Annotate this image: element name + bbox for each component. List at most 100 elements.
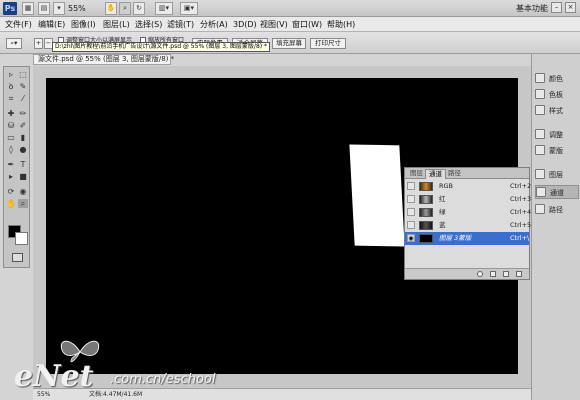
dock-adjustments[interactable]: 调整	[535, 128, 579, 142]
lasso-tool-icon[interactable]: ꝺ	[6, 82, 16, 91]
arrange-documents-icon[interactable]: ▥▾	[155, 2, 173, 15]
visibility-toggle[interactable]	[407, 221, 415, 229]
screen-mode-icon[interactable]: ▣▾	[180, 2, 198, 15]
dock-layers[interactable]: 图层	[535, 168, 579, 182]
channel-thumbnail	[419, 234, 433, 243]
zoom-preset-icon[interactable]: ⌕▾	[6, 38, 22, 49]
eraser-tool-icon[interactable]: ▭	[6, 133, 16, 142]
load-selection-icon[interactable]	[477, 271, 483, 277]
brush-tool-icon[interactable]: ✏	[18, 109, 28, 118]
dock-styles-label: 样式	[549, 107, 563, 115]
channel-row-blue[interactable]: 蓝 Ctrl+5	[405, 219, 532, 232]
channels-panel: 图层 通道 路径 RGB Ctrl+2 红 Ctrl+3 绿 Ctrl+4 蓝 …	[404, 167, 532, 280]
clone-stamp-icon[interactable]: ⛁	[6, 121, 16, 130]
zoom-tool-icon[interactable]: ⌕	[119, 2, 131, 15]
menu-window[interactable]: 窗口(W)	[292, 19, 322, 30]
3d-rotate-icon[interactable]: ⟳	[6, 187, 16, 196]
marquee-tool-icon[interactable]: ⬚	[18, 70, 28, 79]
channel-thumbnail	[419, 195, 433, 204]
history-brush-icon[interactable]: ✐	[18, 121, 28, 130]
eyedropper-tool-icon[interactable]: ⁄	[18, 94, 28, 103]
type-tool-icon[interactable]: T	[18, 160, 28, 169]
channel-shortcut: Ctrl+3	[510, 195, 532, 203]
gradient-tool-icon[interactable]: ▮	[18, 133, 28, 142]
channel-name: 图层 3蒙版	[439, 234, 472, 242]
menu-3d[interactable]: 3D(D)	[233, 19, 257, 30]
quick-mask-icon[interactable]	[12, 253, 23, 262]
visibility-toggle[interactable]	[407, 208, 415, 216]
channel-row-layer-mask[interactable]: ◉ 图层 3蒙版 Ctrl+\	[405, 232, 529, 245]
menu-bar: 文件(F) 编辑(E) 图像(I) 图层(L) 选择(S) 滤镜(T) 分析(A…	[0, 17, 580, 32]
channel-row-rgb[interactable]: RGB Ctrl+2	[405, 180, 531, 193]
channel-row-red[interactable]: 红 Ctrl+3	[405, 193, 532, 206]
quick-select-tool-icon[interactable]: ✎	[18, 82, 28, 91]
channel-name: 红	[439, 195, 446, 203]
adjustments-icon	[535, 129, 545, 139]
status-doc-size: 文档:4.47M/41.6M	[89, 391, 143, 398]
document-tab[interactable]: 源文件.psd @ 55% (图层 3, 图层蒙版/8) *	[33, 54, 174, 65]
status-bar: 55% 文档:4.47M/41.6M	[33, 388, 531, 400]
channel-thumbnail	[419, 182, 433, 191]
shape-tool-icon[interactable]: ■	[18, 172, 28, 181]
channel-shortcut: Ctrl+5	[510, 221, 532, 229]
dock-color[interactable]: 颜色	[535, 72, 579, 86]
move-tool-icon[interactable]: ▹	[6, 70, 16, 79]
menu-analysis[interactable]: 分析(A)	[200, 19, 228, 30]
fill-screen-button[interactable]: 填充屏幕	[272, 38, 306, 49]
tab-layers[interactable]: 图层	[407, 169, 426, 179]
channel-row-green[interactable]: 绿 Ctrl+4	[405, 206, 531, 219]
print-size-button[interactable]: 打印尺寸	[310, 38, 346, 49]
menu-edit[interactable]: 编辑(E)	[38, 19, 65, 30]
channel-name: 蓝	[439, 221, 446, 229]
view-extras-icon[interactable]: ▾	[53, 2, 65, 15]
save-selection-icon[interactable]	[490, 271, 496, 277]
tab-channels[interactable]: 通道	[425, 169, 446, 179]
menu-select[interactable]: 选择(S)	[135, 19, 162, 30]
dodge-tool-icon[interactable]: ●	[18, 145, 28, 154]
new-channel-icon[interactable]	[503, 271, 509, 277]
pen-tool-icon[interactable]: ✒	[6, 160, 16, 169]
delete-channel-icon[interactable]	[516, 271, 522, 277]
dock-paths[interactable]: 路径	[535, 203, 579, 217]
visibility-toggle[interactable]	[407, 182, 415, 190]
mini-bridge-icon[interactable]: ▤	[38, 2, 50, 15]
workspace-switcher[interactable]: 基本功能	[516, 2, 548, 15]
menu-file[interactable]: 文件(F)	[5, 19, 32, 30]
dock-swatches[interactable]: 色板	[535, 88, 579, 102]
channels-panel-tabs: 图层 通道 路径	[405, 168, 529, 179]
channel-name: RGB	[439, 182, 454, 190]
hand-tool-icon[interactable]: ✋	[105, 2, 117, 15]
dock-channels-label: 通道	[550, 189, 564, 197]
dock-paths-label: 路径	[549, 206, 563, 214]
menu-filter[interactable]: 滤镜(T)	[167, 19, 194, 30]
menu-help[interactable]: 帮助(H)	[327, 19, 355, 30]
close-icon[interactable]: ×	[565, 2, 576, 13]
menu-image[interactable]: 图像(I)	[71, 19, 96, 30]
tab-paths[interactable]: 路径	[445, 169, 464, 179]
background-color-swatch[interactable]	[15, 232, 28, 245]
menu-layer[interactable]: 图层(L)	[103, 19, 130, 30]
crop-tool-icon[interactable]: ⌗	[6, 94, 16, 103]
rotate-view-icon[interactable]: ↻	[133, 2, 145, 15]
minimize-icon[interactable]: –	[551, 2, 562, 13]
dock-channels[interactable]: 通道	[535, 185, 579, 199]
dock-styles[interactable]: 样式	[535, 104, 579, 118]
channels-panel-footer	[405, 268, 529, 279]
eye-icon[interactable]: ◉	[407, 234, 415, 242]
dock-masks[interactable]: 蒙版	[535, 144, 579, 158]
hand-tool-icon[interactable]: ✋	[6, 199, 16, 208]
visibility-toggle[interactable]	[407, 195, 415, 203]
layers-icon	[535, 169, 545, 179]
app-bar: Ps ▦ ▤ ▾ 55% ✋ ⌕ ↻ ▥▾ ▣▾ 基本功能 – ×	[0, 0, 580, 17]
zoom-in-icon[interactable]: +	[34, 38, 43, 49]
zoom-tool-icon[interactable]: ⌕	[18, 199, 28, 208]
3d-camera-icon[interactable]: ◉	[18, 187, 28, 196]
zoom-level-dropdown[interactable]: 55%	[68, 2, 86, 15]
blur-tool-icon[interactable]: ◊	[6, 145, 16, 154]
white-mask-shape	[349, 144, 405, 247]
path-select-icon[interactable]: ▸	[6, 172, 16, 181]
channel-shortcut: Ctrl+\	[510, 234, 530, 242]
menu-view[interactable]: 视图(V)	[260, 19, 288, 30]
bridge-icon[interactable]: ▦	[22, 2, 34, 15]
healing-brush-icon[interactable]: ✚	[6, 109, 16, 118]
